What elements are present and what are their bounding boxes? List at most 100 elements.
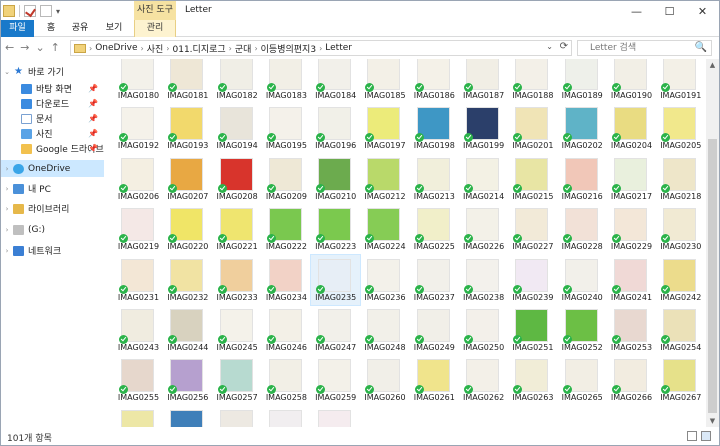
pin-icon[interactable]: 📌 [88, 129, 98, 138]
file-item[interactable]: IMAG0256 [163, 355, 212, 405]
large-icons-view-icon[interactable] [701, 431, 711, 441]
file-item[interactable]: IMAG0216 [558, 154, 607, 204]
properties-check-icon[interactable] [24, 5, 36, 17]
file-item[interactable]: IMAG0219 [114, 204, 163, 254]
file-item[interactable]: IMAG0226 [459, 204, 508, 254]
file-item[interactable]: IMAG0186 [410, 59, 459, 103]
pin-icon[interactable]: 📌 [88, 99, 98, 108]
file-item[interactable]: IMAG0243 [114, 305, 163, 355]
refresh-icon[interactable]: ⟳ [560, 41, 568, 52]
file-item[interactable]: IMAG0248 [360, 305, 409, 355]
scroll-down-arrow-icon[interactable]: ▼ [706, 415, 719, 427]
breadcrumb-letter[interactable]: Letter [325, 43, 352, 53]
file-item[interactable]: IMAG0182 [213, 59, 262, 103]
file-item[interactable]: IMAG0232 [163, 255, 212, 305]
file-item[interactable]: IMAG0209 [262, 154, 311, 204]
search-input[interactable] [578, 41, 693, 55]
file-item[interactable]: IMAG0193 [163, 103, 212, 153]
file-item[interactable]: IMAG0261 [410, 355, 459, 405]
chevron-down-icon[interactable]: ▾ [56, 7, 60, 16]
tab-file[interactable]: 파일 [1, 20, 34, 37]
file-item[interactable]: IMAG0233 [213, 255, 262, 305]
tab-manage[interactable]: 관리 [134, 20, 176, 37]
nav-drive-g[interactable]: › (G:) [1, 221, 104, 238]
file-item[interactable]: IMAG0258 [262, 355, 311, 405]
new-folder-icon[interactable] [40, 5, 52, 17]
file-item[interactable]: IMAG0191 [656, 59, 705, 103]
expander-icon[interactable]: › [1, 185, 13, 193]
file-item[interactable]: IMAG0221 [213, 204, 262, 254]
file-item[interactable]: IMAG0187 [459, 59, 508, 103]
file-item[interactable]: IMAG0185 [360, 59, 409, 103]
address-bar[interactable]: › OneDrive › 사진 › 011.디지로그 › 군대 › 이등병의편지… [70, 40, 572, 56]
file-item[interactable]: IMAG0247 [311, 305, 360, 355]
details-view-icon[interactable] [687, 431, 697, 441]
file-item[interactable]: IMAG0210 [311, 154, 360, 204]
file-item[interactable]: IMAG0249 [410, 305, 459, 355]
file-item[interactable]: IMAG0227 [508, 204, 557, 254]
file-item[interactable]: IMAG0196 [311, 103, 360, 153]
file-item[interactable]: IMAG0262 [459, 355, 508, 405]
breadcrumb-photos[interactable]: 사진 [147, 42, 164, 55]
file-item[interactable]: IMAG0199 [459, 103, 508, 153]
nav-this-pc[interactable]: › 내 PC [1, 180, 104, 197]
file-item[interactable]: IMAG0257 [213, 355, 262, 405]
file-item[interactable]: IMAG0242 [656, 255, 705, 305]
address-dropdown-icon[interactable]: ⌄ [546, 42, 553, 51]
nav-quick-access[interactable]: ⌄ ★ 바로 가기 [1, 63, 104, 80]
file-item[interactable]: IMAG0240 [558, 255, 607, 305]
file-item[interactable]: IMAG0184 [311, 59, 360, 103]
breadcrumb-separator[interactable]: › [319, 44, 322, 53]
file-item[interactable]: IMAG0238 [459, 255, 508, 305]
file-item[interactable]: IMAG0217 [607, 154, 656, 204]
file-item[interactable]: IMAG0250 [459, 305, 508, 355]
file-item[interactable]: IMAG0222 [262, 204, 311, 254]
minimize-button[interactable]: — [620, 1, 653, 21]
breadcrumb-onedrive[interactable]: OneDrive [95, 43, 137, 53]
scrollbar-thumb[interactable] [708, 139, 717, 413]
expander-icon[interactable]: › [1, 226, 13, 234]
tab-home[interactable]: 홈 [41, 20, 61, 37]
pin-icon[interactable]: 📌 [88, 114, 98, 123]
file-item[interactable]: IMAG0212 [360, 154, 409, 204]
file-item[interactable]: IMAG0267 [656, 355, 705, 405]
file-item[interactable]: IMAG0201 [508, 103, 557, 153]
file-item[interactable]: IMAG0192 [114, 103, 163, 153]
breadcrumb-private-letters[interactable]: 이등병의편지3 [261, 42, 316, 55]
file-item[interactable]: IMAG0204 [607, 103, 656, 153]
file-item[interactable]: IMAG0236 [360, 255, 409, 305]
file-item[interactable]: IMAG0245 [213, 305, 262, 355]
file-item[interactable]: IMAG0208 [213, 154, 262, 204]
recent-locations-icon[interactable]: ⌄ [35, 41, 44, 54]
file-item[interactable]: IMAG0244 [163, 305, 212, 355]
file-item[interactable]: IMAG0246 [262, 305, 311, 355]
file-item[interactable]: IMAG0189 [558, 59, 607, 103]
tab-view[interactable]: 보기 [100, 20, 128, 37]
up-arrow-icon[interactable]: ↑ [51, 41, 60, 54]
nav-google-drive[interactable]: Google 드라이브 📌 [1, 140, 104, 157]
file-item[interactable]: IMAG0230 [656, 204, 705, 254]
breadcrumb-separator[interactable]: › [141, 44, 144, 53]
expander-icon[interactable]: › [1, 205, 13, 213]
breadcrumb-army[interactable]: 군대 [235, 42, 252, 55]
expander-icon[interactable]: ⌄ [1, 68, 13, 76]
file-item[interactable]: IMAG0206 [114, 154, 163, 204]
breadcrumb-separator[interactable]: › [254, 44, 257, 53]
scroll-up-arrow-icon[interactable]: ▲ [706, 59, 719, 71]
file-item[interactable]: IMAG0265 [558, 355, 607, 405]
file-item[interactable]: IMAG0252 [558, 305, 607, 355]
file-item[interactable]: IMAG0183 [262, 59, 311, 103]
file-item[interactable]: IMAG0266 [607, 355, 656, 405]
file-item[interactable]: IMAG0218 [656, 154, 705, 204]
breadcrumb-separator[interactable]: › [166, 44, 169, 53]
file-item[interactable]: IMAG0263 [508, 355, 557, 405]
file-item[interactable]: IMAG0234 [262, 255, 311, 305]
file-item[interactable]: IMAG0231 [114, 255, 163, 305]
forward-arrow-icon[interactable]: → [20, 41, 29, 54]
file-item[interactable]: IMAG0259 [311, 355, 360, 405]
file-item[interactable]: IMAG0223 [311, 204, 360, 254]
file-item[interactable]: IMAG0213 [410, 154, 459, 204]
file-item[interactable]: IMAG0269 [163, 406, 212, 427]
file-item[interactable]: IMAG0237 [410, 255, 459, 305]
file-item[interactable]: IMAG0180 [114, 59, 163, 103]
